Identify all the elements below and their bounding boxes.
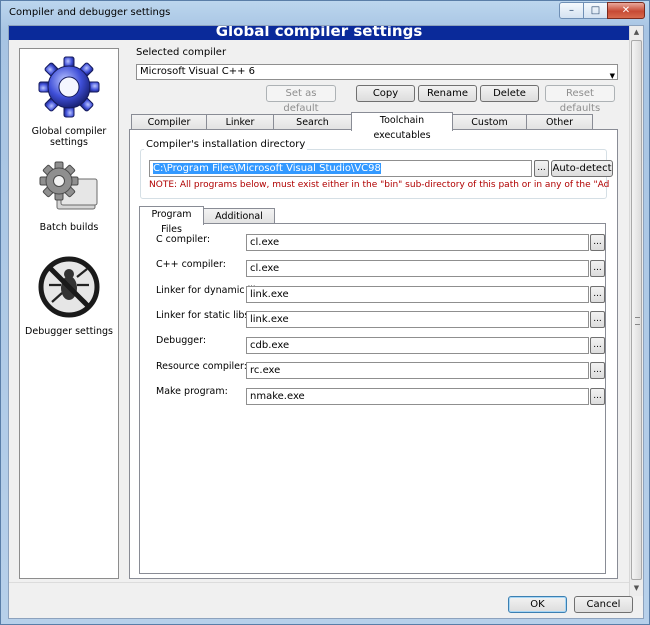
delete-button[interactable]: Delete bbox=[480, 85, 539, 102]
minimize-button[interactable]: – bbox=[559, 2, 584, 19]
c-compiler-input[interactable]: cl.exe bbox=[246, 234, 589, 251]
subtab-additional-paths[interactable]: Additional Paths bbox=[203, 208, 275, 237]
footer-divider bbox=[9, 582, 629, 583]
close-button[interactable]: ✕ bbox=[607, 2, 645, 19]
browse-debugger-button[interactable]: ... bbox=[590, 337, 605, 354]
category-label: Global compiler settings bbox=[31, 126, 107, 148]
category-batch-builds[interactable]: Batch builds bbox=[20, 159, 118, 233]
program-files-panel: C compiler: cl.exe ... C++ compiler: cl.… bbox=[139, 223, 606, 574]
auto-detect-button[interactable]: Auto-detect bbox=[551, 160, 613, 177]
dialog-window: Compiler and debugger settings – □ ✕ Glo… bbox=[0, 0, 650, 625]
install-note: NOTE: All programs below, must exist eit… bbox=[149, 180, 609, 190]
category-debugger-settings[interactable]: Debugger settings bbox=[20, 255, 118, 337]
batch-gear-icon bbox=[39, 161, 98, 210]
copy-button[interactable]: Copy bbox=[356, 85, 415, 102]
tab-toolchain-executables[interactable]: Toolchain executables bbox=[351, 112, 453, 141]
subtab-program-files[interactable]: Program Files bbox=[139, 206, 204, 235]
title-bar[interactable]: Compiler and debugger settings – □ ✕ bbox=[1, 1, 649, 25]
tab-linker-settings[interactable]: Linker settings bbox=[206, 114, 274, 143]
cpp-compiler-label: C++ compiler: bbox=[156, 259, 226, 270]
tab-custom-variables[interactable]: Custom variables bbox=[452, 114, 527, 143]
browse-dynamic-linker-button[interactable]: ... bbox=[590, 286, 605, 303]
make-program-input[interactable]: nmake.exe bbox=[246, 388, 589, 405]
dialog-client-area: Global compiler settings ▲ ▼ Global comp… bbox=[8, 25, 644, 619]
tab-compiler-settings[interactable]: Compiler settings bbox=[131, 114, 207, 143]
category-label: Batch builds bbox=[39, 222, 99, 233]
compiler-value: Microsoft Visual C++ 6 bbox=[140, 66, 255, 77]
toolchain-executables-panel: Compiler's installation directory C:\Pro… bbox=[129, 129, 618, 579]
static-linker-input[interactable]: link.exe bbox=[246, 311, 589, 328]
chevron-down-icon: ▼ bbox=[609, 72, 615, 80]
page-title: Global compiler settings bbox=[9, 26, 629, 40]
reset-defaults-button[interactable]: Reset defaults bbox=[545, 85, 615, 114]
browse-make-program-button[interactable]: ... bbox=[590, 388, 605, 405]
category-label: Debugger settings bbox=[25, 326, 113, 337]
tab-search-directories[interactable]: Search directories bbox=[273, 114, 352, 143]
resource-compiler-input[interactable]: rc.exe bbox=[246, 362, 589, 379]
category-global-compiler[interactable]: Global compiler settings bbox=[20, 55, 118, 148]
maximize-button[interactable]: □ bbox=[583, 2, 608, 19]
debugger-label: Debugger: bbox=[156, 335, 207, 346]
vertical-scrollbar[interactable]: ▲ ▼ bbox=[629, 26, 643, 596]
maximize-icon: □ bbox=[590, 5, 601, 16]
minimize-icon: – bbox=[569, 5, 574, 16]
scroll-down-icon[interactable]: ▼ bbox=[630, 582, 643, 595]
scroll-up-icon[interactable]: ▲ bbox=[630, 26, 643, 39]
cancel-button[interactable]: Cancel bbox=[574, 596, 633, 613]
debugger-bug-icon bbox=[38, 256, 100, 318]
browse-cpp-compiler-button[interactable]: ... bbox=[590, 260, 605, 277]
installation-directory-title: Compiler's installation directory bbox=[144, 139, 308, 150]
make-program-label: Make program: bbox=[156, 386, 228, 397]
browse-c-compiler-button[interactable]: ... bbox=[590, 234, 605, 251]
dynamic-linker-input[interactable]: link.exe bbox=[246, 286, 589, 303]
browse-directory-button[interactable]: ... bbox=[534, 160, 549, 177]
installation-directory-input[interactable]: C:\Program Files\Microsoft Visual Studio… bbox=[149, 160, 532, 177]
gear-icon bbox=[38, 56, 100, 118]
debugger-input[interactable]: cdb.exe bbox=[246, 337, 589, 354]
rename-button[interactable]: Rename bbox=[418, 85, 477, 102]
ok-button[interactable]: OK bbox=[508, 596, 567, 613]
installation-directory-value: C:\Program Files\Microsoft Visual Studio… bbox=[153, 163, 381, 174]
static-linker-label: Linker for static libs: bbox=[156, 310, 253, 321]
scrollbar-thumb[interactable] bbox=[631, 40, 642, 580]
browse-resource-compiler-button[interactable]: ... bbox=[590, 362, 605, 379]
browse-static-linker-button[interactable]: ... bbox=[590, 311, 605, 328]
compiler-dropdown[interactable]: Microsoft Visual C++ 6 ▼ bbox=[136, 64, 618, 80]
window-title: Compiler and debugger settings bbox=[9, 7, 171, 18]
resource-compiler-label: Resource compiler: bbox=[156, 361, 247, 372]
selected-compiler-label: Selected compiler bbox=[136, 47, 227, 58]
settings-category-list: Global compiler settings Batch builds De… bbox=[19, 48, 119, 579]
cpp-compiler-input[interactable]: cl.exe bbox=[246, 260, 589, 277]
tab-other-settings[interactable]: Other settings bbox=[526, 114, 593, 143]
set-as-default-button[interactable]: Set as default bbox=[266, 85, 336, 114]
close-icon: ✕ bbox=[621, 5, 631, 16]
grip-icon bbox=[635, 317, 640, 325]
